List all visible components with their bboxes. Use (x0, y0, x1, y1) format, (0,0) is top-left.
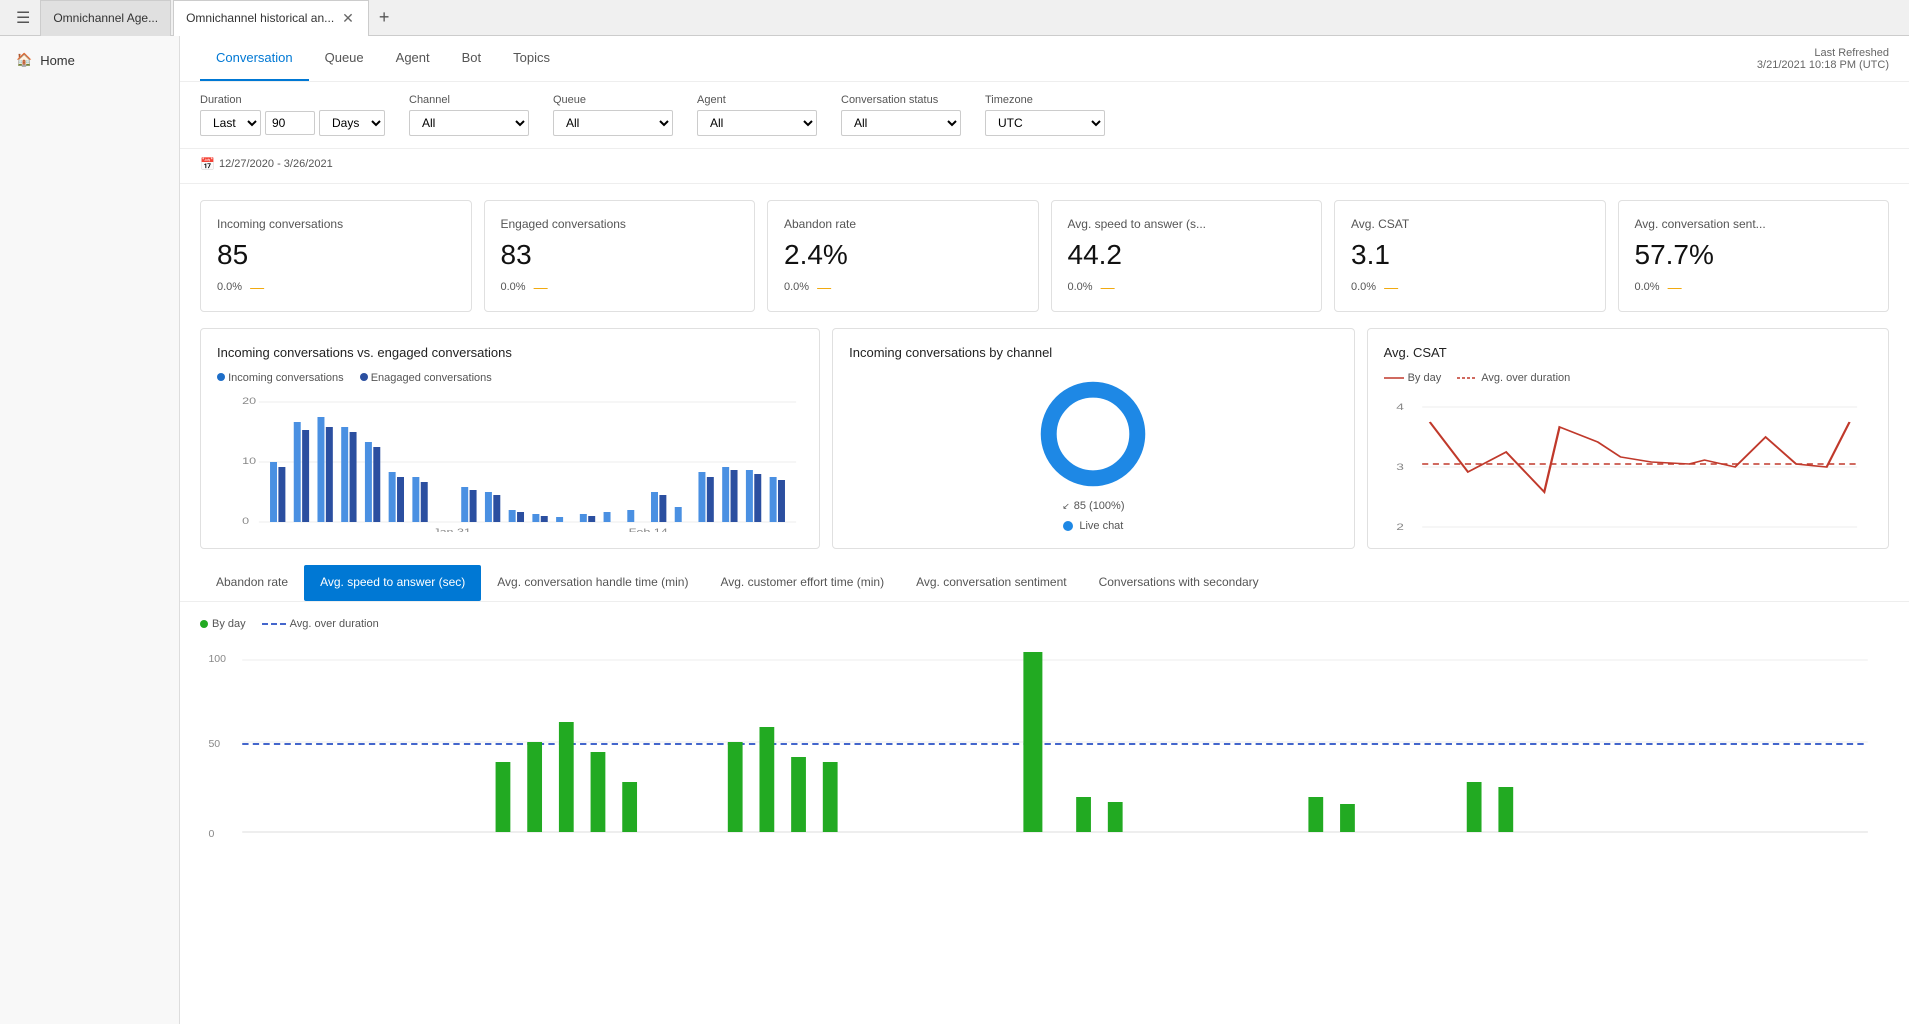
svg-text:20: 20 (242, 397, 256, 407)
date-range: 📅 12/27/2020 - 3/26/2021 (200, 153, 1889, 175)
charts-row: Incoming conversations vs. engaged conve… (180, 328, 1909, 565)
nav-tab-topics[interactable]: Topics (497, 36, 566, 81)
duration-number-input[interactable] (265, 111, 315, 135)
filters-bar: Duration Last Days Channel All (180, 82, 1909, 149)
content-area: Conversation Queue Agent Bot Topics Last… (180, 36, 1909, 1024)
main-layout: 🏠 Home Conversation Queue Agent Bot (0, 36, 1909, 1024)
bar-chart-card: Incoming conversations vs. engaged conve… (200, 328, 820, 549)
svg-text:50: 50 (208, 739, 220, 750)
svg-text:100: 100 (208, 654, 226, 665)
duration-type-select[interactable]: Last (200, 110, 261, 136)
nav-tab-conversation[interactable]: Conversation (200, 36, 309, 81)
duration-controls: Last Days (200, 110, 385, 136)
svg-text:10: 10 (242, 457, 256, 467)
bar-chart-legend: Incoming conversations Enagaged conversa… (217, 372, 803, 384)
svg-text:0: 0 (208, 829, 214, 840)
add-tab-button[interactable]: + (371, 3, 398, 32)
svg-text:Jan 31: Jan 31 (433, 528, 471, 532)
conv-status-select[interactable]: All (841, 110, 961, 136)
kpi-card-speed: Avg. speed to answer (s... 44.2 0.0% — (1051, 200, 1323, 312)
line-chart-card: Avg. CSAT By day Avg. over duration 4 3 (1367, 328, 1889, 549)
donut-chart-card: Incoming conversations by channel ↙ 85 (… (832, 328, 1354, 549)
line-chart: 4 3 2 Jan 31 Feb 14 (1384, 392, 1872, 532)
line-chart-legend: By day Avg. over duration (1384, 372, 1872, 384)
channel-select[interactable]: All (409, 110, 529, 136)
sidebar-item-label: Home (40, 53, 75, 68)
queue-select[interactable]: All (553, 110, 673, 136)
tab-label: Omnichannel Age... (53, 11, 158, 25)
svg-text:Feb 14: Feb 14 (629, 528, 668, 532)
timezone-select[interactable]: UTC (985, 110, 1105, 136)
duration-filter: Duration Last Days (200, 94, 385, 136)
nav-tab-queue[interactable]: Queue (309, 36, 380, 81)
kpi-card-sentiment: Avg. conversation sent... 57.7% 0.0% — (1618, 200, 1890, 312)
tab-label: Omnichannel historical an... (186, 11, 334, 25)
nav-tabs: Conversation Queue Agent Bot Topics (200, 36, 566, 81)
bottom-tab-effort-time[interactable]: Avg. customer effort time (min) (704, 565, 900, 601)
kpi-card-incoming: Incoming conversations 85 0.0% — (200, 200, 472, 312)
kpi-row: Incoming conversations 85 0.0% — Engaged… (180, 184, 1909, 328)
queue-filter: Queue All (553, 94, 673, 136)
agent-select[interactable]: All (697, 110, 817, 136)
tab-omnichannel-historical[interactable]: Omnichannel historical an... ✕ (173, 0, 369, 36)
svg-text:3: 3 (1396, 462, 1404, 472)
nav-tab-bot[interactable]: Bot (446, 36, 498, 81)
top-nav: Conversation Queue Agent Bot Topics Last… (180, 36, 1909, 82)
bottom-bar-chart: 100 50 0 (200, 642, 1889, 842)
menu-button[interactable]: ☰ (8, 4, 38, 32)
kpi-card-engaged: Engaged conversations 83 0.0% — (484, 200, 756, 312)
bottom-tabs: Abandon rate Avg. speed to answer (sec) … (180, 565, 1909, 602)
bottom-tab-secondary[interactable]: Conversations with secondary (1083, 565, 1275, 601)
channel-filter: Channel All (409, 94, 529, 136)
close-tab-button[interactable]: ✕ (340, 10, 356, 27)
svg-text:4: 4 (1396, 402, 1404, 412)
nav-tab-agent[interactable]: Agent (380, 36, 446, 81)
tab-omnichannel-agent[interactable]: Omnichannel Age... (40, 0, 171, 36)
tab-bar: ☰ Omnichannel Age... Omnichannel histori… (0, 0, 1909, 36)
sidebar-item-home[interactable]: 🏠 Home (0, 44, 179, 76)
bottom-tab-abandon[interactable]: Abandon rate (200, 565, 304, 601)
kpi-card-abandon: Abandon rate 2.4% 0.0% — (767, 200, 1039, 312)
svg-text:2: 2 (1396, 522, 1404, 532)
svg-text:0: 0 (242, 517, 249, 527)
bottom-tab-handle-time[interactable]: Avg. conversation handle time (min) (481, 565, 704, 601)
conv-status-filter: Conversation status All (841, 94, 961, 136)
kpi-card-csat: Avg. CSAT 3.1 0.0% — (1334, 200, 1606, 312)
timezone-filter: Timezone UTC (985, 94, 1105, 136)
bottom-tab-sentiment[interactable]: Avg. conversation sentiment (900, 565, 1083, 601)
bottom-chart-legend: By day Avg. over duration (200, 618, 1889, 630)
bar-chart: 20 10 0 (217, 392, 803, 532)
sidebar: 🏠 Home (0, 36, 180, 1024)
agent-filter: Agent All (697, 94, 817, 136)
donut-chart: ↙ 85 (100%) Live chat (849, 372, 1337, 532)
home-icon: 🏠 (16, 52, 32, 68)
bottom-chart-area: By day Avg. over duration 100 50 0 (180, 602, 1909, 858)
last-refreshed: Last Refreshed 3/21/2021 10:18 PM (UTC) (1757, 47, 1889, 71)
duration-unit-select[interactable]: Days (319, 110, 385, 136)
bottom-tab-speed[interactable]: Avg. speed to answer (sec) (304, 565, 481, 601)
